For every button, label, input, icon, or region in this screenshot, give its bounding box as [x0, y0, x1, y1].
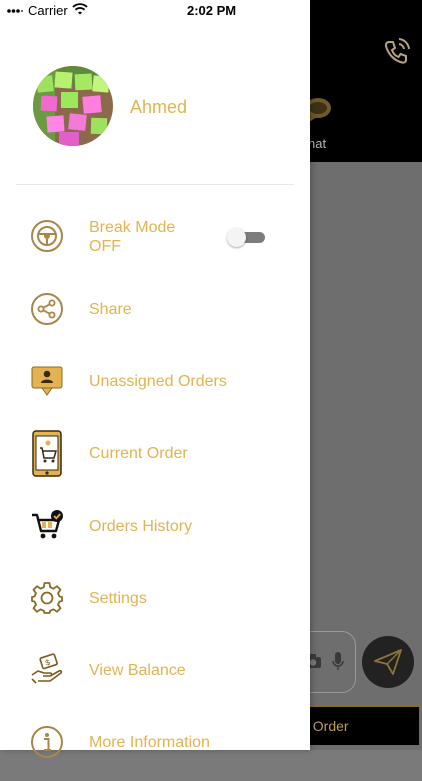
gear-icon — [31, 582, 63, 614]
menu-item-orders-history[interactable]: Orders History — [0, 509, 310, 565]
menu-item-share[interactable]: Share — [0, 292, 310, 348]
unassigned-orders-label: Unassigned Orders — [89, 373, 227, 390]
send-button[interactable] — [362, 636, 414, 688]
break-mode-label: Break Mode — [89, 219, 176, 236]
menu-item-view-balance[interactable]: $ View Balance — [0, 653, 310, 709]
steering-wheel-icon — [31, 220, 63, 252]
clock: 2:02 PM — [187, 3, 237, 18]
navigation-drawer: Ahmed Break Mode OFF Share Unassigned Or… — [0, 0, 310, 758]
info-icon — [31, 726, 63, 758]
toggle-knob — [227, 228, 246, 247]
status-bar: Carrier 2:02 PM — [0, 0, 310, 22]
chat-tab-label: hat — [308, 136, 327, 151]
menu-item-unassigned-orders[interactable]: Unassigned Orders — [0, 364, 310, 420]
unassigned-orders-icon — [31, 366, 63, 396]
signal-dots-icon — [7, 9, 23, 13]
menu-item-settings[interactable]: Settings — [0, 581, 310, 637]
phone-call-icon[interactable] — [380, 36, 412, 68]
more-information-label: More Information — [89, 734, 210, 751]
divider — [16, 184, 294, 185]
send-icon — [374, 649, 402, 675]
microphone-icon[interactable] — [332, 651, 344, 671]
carrier-label: Carrier — [28, 3, 68, 18]
share-icon — [31, 293, 63, 325]
orders-history-label: Orders History — [89, 518, 193, 535]
share-label: Share — [89, 301, 132, 318]
svg-text:$: $ — [44, 658, 52, 668]
hand-money-icon: $ — [31, 653, 63, 684]
menu-item-more-information[interactable]: More Information — [0, 725, 310, 781]
cart-check-icon — [32, 510, 63, 539]
break-mode-toggle[interactable] — [227, 228, 265, 247]
break-mode-state: OFF — [89, 238, 121, 255]
settings-label: Settings — [89, 590, 147, 607]
avatar[interactable] — [33, 66, 113, 146]
phone-cart-icon — [32, 430, 62, 477]
current-order-label: Current Order — [89, 445, 188, 462]
wifi-icon — [72, 3, 88, 15]
profile-name[interactable]: Ahmed — [130, 97, 187, 118]
view-balance-label: View Balance — [89, 662, 186, 679]
menu-item-current-order[interactable]: Current Order — [0, 430, 310, 486]
